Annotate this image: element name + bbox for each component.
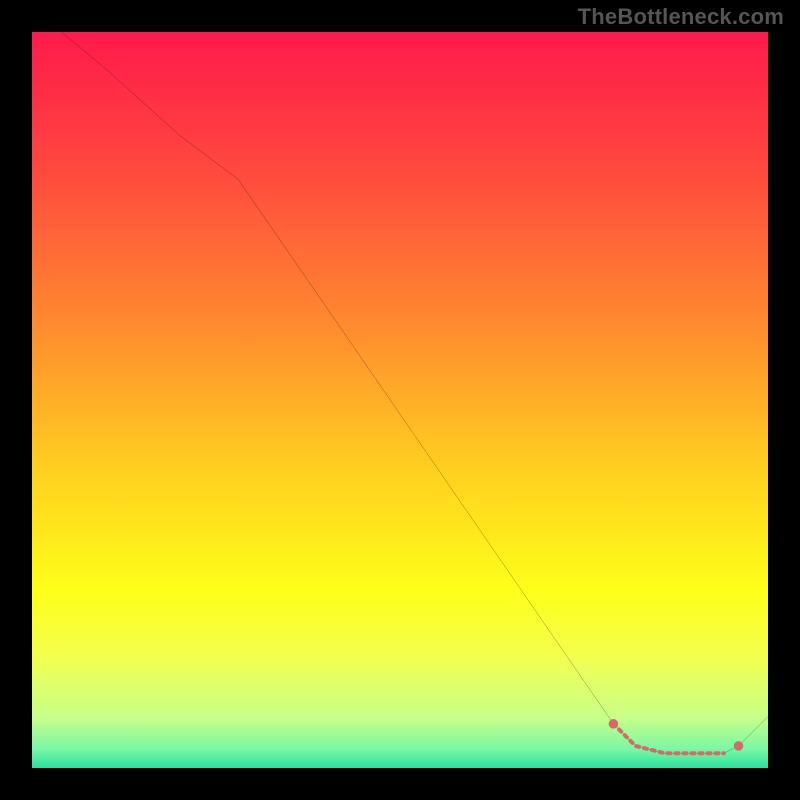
chart-plot bbox=[32, 32, 768, 768]
highlight-point-1 bbox=[734, 741, 744, 751]
highlight-point-0 bbox=[609, 719, 619, 729]
watermark-text: TheBottleneck.com bbox=[578, 4, 784, 30]
chart-frame: TheBottleneck.com bbox=[0, 0, 800, 800]
gradient-background bbox=[32, 32, 768, 768]
